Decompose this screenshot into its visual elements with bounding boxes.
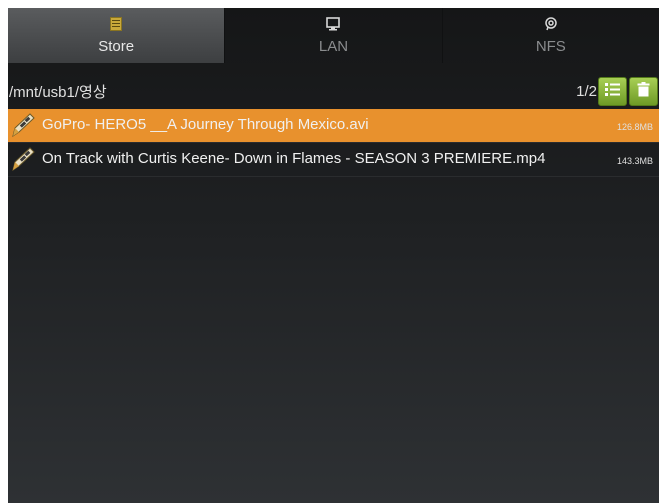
trash-icon [637, 81, 650, 102]
file-row-selected[interactable]: GoPro- HERO5 __A Journey Through Mexico.… [8, 109, 659, 143]
tab-store-label: Store [98, 37, 135, 55]
source-tabs: Store LAN NFS [8, 8, 659, 63]
video-file-icon [11, 112, 35, 143]
file-name: On Track with Curtis Keene- Down in Flam… [42, 150, 546, 167]
video-file-icon [11, 146, 35, 177]
tab-lan-label: LAN [318, 37, 349, 55]
tab-nfs-label: NFS [535, 37, 566, 55]
tab-nfs[interactable]: NFS [443, 8, 659, 63]
file-size: 143.3MB [616, 156, 653, 166]
path-bar: /mnt/usb1/영상 1/2 [8, 75, 659, 109]
list-view-icon [604, 82, 621, 102]
list-icon [110, 16, 123, 35]
monitor-icon [326, 16, 341, 35]
file-size: 126.8MB [616, 122, 653, 132]
tab-lan[interactable]: LAN [225, 8, 443, 63]
page-indicator: 1/2 [576, 83, 597, 100]
network-share-icon [544, 16, 558, 35]
list-view-button[interactable] [598, 77, 627, 106]
delete-button[interactable] [629, 77, 658, 106]
file-browser-screen: Store LAN NFS /mnt/usb1/영상 1/2 GoPro- HE… [8, 8, 659, 503]
file-list: GoPro- HERO5 __A Journey Through Mexico.… [8, 109, 659, 177]
file-name: GoPro- HERO5 __A Journey Through Mexico.… [42, 116, 369, 133]
tab-store[interactable]: Store [8, 8, 226, 63]
current-path: /mnt/usb1/영상 [9, 84, 107, 101]
file-row[interactable]: On Track with Curtis Keene- Down in Flam… [8, 143, 659, 177]
